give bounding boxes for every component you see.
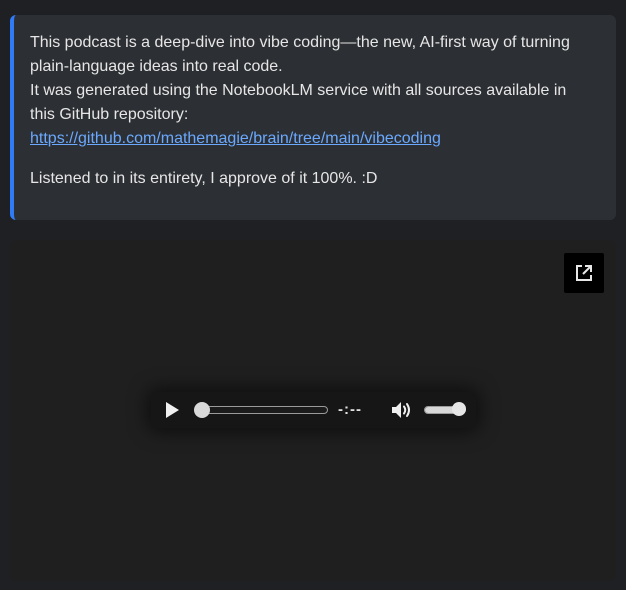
open-in-new-icon <box>576 265 592 281</box>
audio-player-embed: -:-- <box>10 240 616 581</box>
volume-thumb[interactable] <box>452 402 466 416</box>
play-button[interactable] <box>159 397 185 423</box>
time-display: -:-- <box>338 401 362 418</box>
description-callout: This podcast is a deep-dive into vibe co… <box>10 15 616 220</box>
open-external-button[interactable] <box>564 253 604 293</box>
closing-remark: Listened to in its entirety, I approve o… <box>30 170 378 187</box>
seek-slider[interactable] <box>198 406 328 414</box>
description-line-1: This podcast is a deep-dive into vibe co… <box>30 34 570 75</box>
speaker-volume-icon <box>392 402 410 418</box>
description-paragraph: This podcast is a deep-dive into vibe co… <box>30 31 594 151</box>
seek-thumb[interactable] <box>194 402 210 418</box>
github-repo-link[interactable]: https://github.com/mathemagie/brain/tree… <box>30 130 441 147</box>
audio-controls: -:-- <box>151 392 476 428</box>
play-icon <box>166 402 179 418</box>
mute-button[interactable] <box>390 399 414 421</box>
description-line-2: It was generated using the NotebookLM se… <box>30 82 567 123</box>
page: This podcast is a deep-dive into vibe co… <box>0 0 626 590</box>
